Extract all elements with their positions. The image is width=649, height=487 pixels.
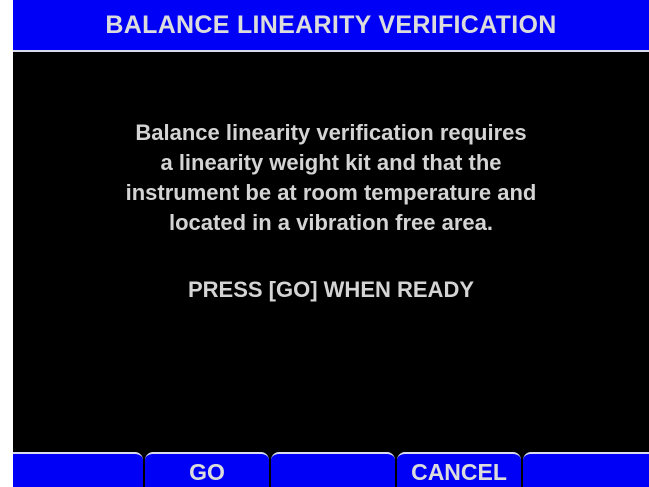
message-line: located in a vibration free area. (168, 210, 493, 235)
instrument-screen: BALANCE LINEARITY VERIFICATION Balance l… (13, 0, 649, 487)
message-line: instrument be at room temperature and (125, 180, 537, 205)
softkey-5[interactable] (523, 452, 649, 487)
cancel-button[interactable]: CANCEL (397, 452, 521, 487)
message-line: Balance linearity verification requires (135, 120, 527, 145)
go-button[interactable]: GO (145, 452, 269, 487)
ready-prompt: PRESS [GO] WHEN READY (187, 277, 475, 302)
title-bar: BALANCE LINEARITY VERIFICATION (13, 0, 649, 52)
message-line: a linearity weight kit and that the (160, 150, 502, 175)
softkey-1[interactable] (13, 452, 143, 487)
softkey-3[interactable] (271, 452, 395, 487)
instruction-message: Balance linearity verification requires … (13, 118, 649, 238)
softkey-bar: GO CANCEL (13, 452, 649, 487)
screen-title: BALANCE LINEARITY VERIFICATION (105, 10, 557, 39)
